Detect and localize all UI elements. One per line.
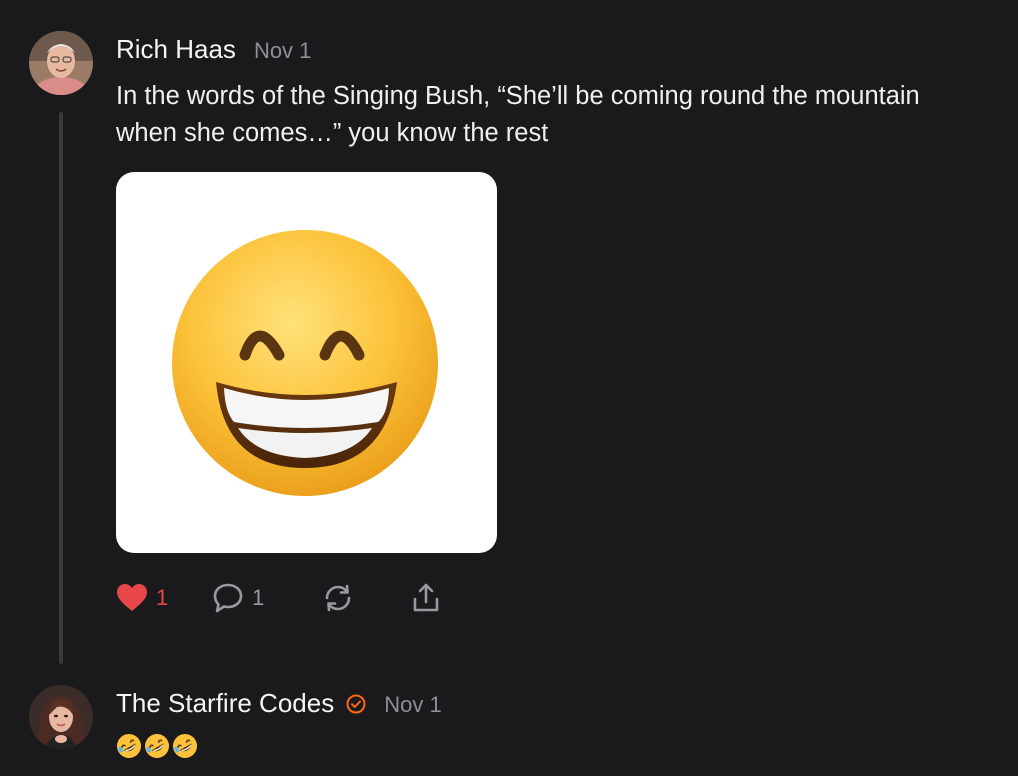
avatar[interactable] (29, 685, 93, 749)
avatar-photo (29, 685, 93, 749)
grinning-face-emoji (172, 230, 438, 496)
like-count: 1 (156, 585, 169, 610)
share-button[interactable] (410, 580, 442, 616)
rolling-on-floor-laughing-emoji (145, 734, 169, 758)
post-text-line: In the words of the Singing Bush, “She’l… (116, 82, 920, 110)
post-text-line: when she comes…” you know the rest (116, 119, 549, 147)
comment-button[interactable]: 1 (212, 580, 264, 616)
comment-bubble-icon (213, 583, 243, 613)
restack-button[interactable] (322, 580, 354, 616)
author-name[interactable]: The Starfire Codes (116, 688, 334, 719)
rolling-on-floor-laughing-emoji (117, 734, 141, 758)
post-body: In the words of the Singing Bush, “She’l… (116, 78, 1016, 152)
post-header: Rich Haas Nov 1 (116, 34, 311, 65)
avatar[interactable] (29, 31, 93, 95)
comment-count: 1 (252, 585, 265, 610)
verified-badge-icon (346, 694, 366, 714)
thread-line (59, 112, 63, 664)
post-image[interactable] (116, 172, 497, 553)
post-date[interactable]: Nov 1 (254, 38, 311, 64)
author-name[interactable]: Rich Haas (116, 34, 236, 65)
restack-icon (325, 584, 351, 612)
like-button[interactable]: 1 (116, 580, 168, 616)
avatar-photo (29, 31, 93, 95)
post-date[interactable]: Nov 1 (384, 692, 441, 718)
rolling-on-floor-laughing-emoji (173, 734, 197, 758)
post-header: The Starfire Codes Nov 1 (116, 688, 442, 719)
reply-text (116, 733, 198, 759)
heart-icon (117, 584, 147, 611)
share-icon (413, 583, 439, 612)
